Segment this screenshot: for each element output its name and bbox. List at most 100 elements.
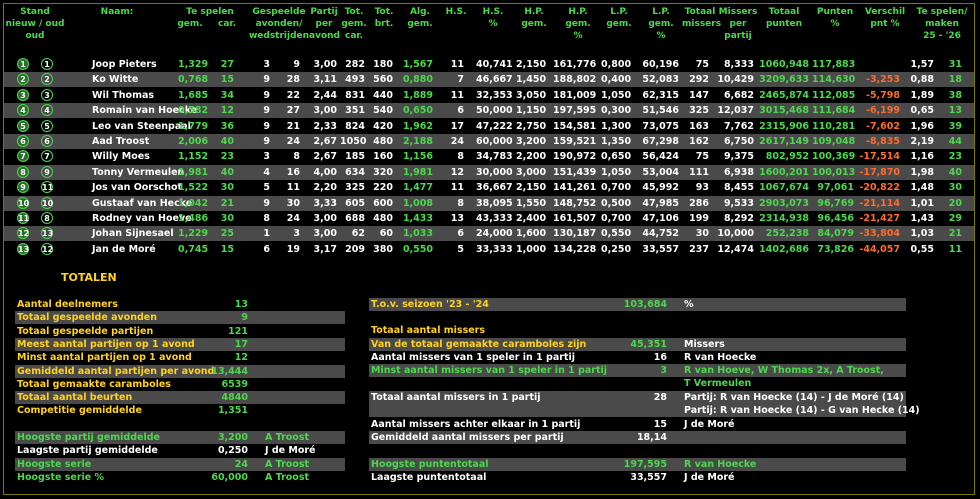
cell-ts2: 20 — [948, 197, 962, 209]
cell-ts1: 1,01 — [910, 197, 934, 209]
header-totaal-punten: Totaal punten — [765, 7, 803, 29]
cell-ts1: 0,65 — [910, 105, 934, 117]
cell-hpgem: 3,000 — [516, 166, 547, 178]
cell-naam: Johan Sijnesael — [92, 228, 174, 240]
cell-punten: 2617,149 — [759, 136, 809, 147]
cell-lpgem: 0,700 — [601, 213, 632, 224]
table-row: 13 12 Jan de Moré 0,745 15 6 19 3,17 209 380 0,550… — [4, 242, 974, 257]
cell-miss: 325 — [689, 105, 709, 117]
total-label: Van de totaal gemaakte caramboles zijn — [371, 338, 587, 350]
cell-ppa: 3,00 — [313, 105, 337, 117]
cell-gem: 0,582 — [178, 105, 209, 117]
cell-totcar: 209 — [345, 243, 365, 255]
punten-row: Hoogste puntentotaal 197,595 R van Hoecke — [369, 458, 906, 471]
cell-hpgem: 2,200 — [516, 151, 547, 163]
total-extra: Partij: R van Hoecke (14) - G van Hecke … — [684, 405, 920, 417]
total-extra: Partij: R van Hoecke (14) - J de Moré (1… — [684, 392, 904, 403]
cell-hpgem: 3,050 — [516, 89, 547, 101]
rank-new-badge: 5 — [17, 119, 29, 132]
cell-hppct: 134,228 — [553, 243, 597, 255]
cell-hpgem: 2,750 — [516, 120, 547, 132]
cell-wed: 16 — [286, 166, 300, 178]
cell-naam: Leo van Steenpaal — [92, 120, 191, 132]
total-label: Gemiddeld aantal missers per partij — [371, 431, 564, 443]
total-value: 3 — [660, 365, 667, 377]
cell-ts2: 13 — [948, 105, 962, 117]
cell-punten: 2465,874 — [759, 89, 809, 101]
cell-car: 23 — [220, 151, 234, 163]
cell-versch: -3,253 — [866, 74, 900, 86]
cell-wed: 22 — [286, 89, 300, 101]
table-row: 5 5 Leo van Steenpaal 1,779 36 9 21 2,33 824 420 1… — [4, 119, 974, 134]
total-extra: % — [684, 299, 694, 310]
cell-alg: 1,567 — [402, 59, 433, 70]
cell-hspct: 46,667 — [476, 74, 513, 86]
cell-ppa: 2,33 — [313, 120, 337, 132]
cell-wed: 19 — [286, 243, 300, 255]
record-row: Hoogste partij gemiddelde 3,200 A Troost — [15, 431, 345, 444]
table-row: 11 8 Rodney van Hoeve 1,486 30 8 24 3,00 688 480 1… — [4, 211, 974, 226]
cell-ts2: 11 — [948, 243, 962, 255]
cell-hspct: 40,741 — [476, 59, 513, 70]
cell-totcar: 688 — [345, 213, 365, 224]
cell-miss: 111 — [689, 166, 709, 178]
partij-row: Aantal missers achter elkaar in 1 partij… — [369, 418, 906, 431]
cell-hspct: 38,095 — [476, 197, 513, 209]
partij-row: Totaal aantal missers in 1 partij 28 Parti… — [369, 391, 906, 404]
total-extra: A Troost — [265, 471, 310, 483]
rank-old-badge: 2 — [41, 73, 53, 86]
table-row: 1 1 Joop Pieters 1,329 27 3 9 3,00 282 180 1,567 11… — [4, 57, 974, 72]
rank-new-badge: 2 — [17, 73, 29, 86]
cell-hs: 8 — [457, 151, 464, 163]
cell-hpgem: 1,150 — [516, 105, 547, 117]
cell-mpp: 9,533 — [723, 197, 754, 209]
cell-totcar: 185 — [345, 151, 365, 163]
cell-brt: 380 — [373, 243, 393, 255]
total-value: 28 — [653, 392, 667, 403]
cell-ts1: 1,57 — [910, 59, 934, 70]
cell-ts2: 38 — [948, 89, 962, 101]
cell-lppct: 53,004 — [642, 166, 679, 178]
cell-versch: -17,514 — [859, 151, 900, 163]
cell-hspct: 60,000 — [476, 136, 513, 147]
rank-new-badge: 13 — [17, 242, 30, 255]
cell-alg: 1,889 — [402, 89, 433, 101]
header-partij: Partij per avond — [309, 7, 340, 41]
cell-mpp: 6,938 — [723, 166, 754, 178]
total-value: 45,351 — [630, 338, 667, 350]
cell-miss: 75 — [695, 151, 709, 163]
total-row: Meest aantal partijen op 1 avond 17 — [15, 337, 345, 351]
total-value: 197,595 — [623, 459, 667, 470]
cell-lppct: 47,985 — [642, 197, 679, 209]
totalen-title: TOTALEN — [61, 271, 117, 284]
missers-row: T Vermeulen — [369, 377, 906, 390]
total-label: Hoogste serie — [17, 458, 92, 470]
cell-versch: -20,822 — [859, 182, 900, 194]
cell-car: 30 — [220, 182, 234, 194]
cell-miss: 163 — [689, 120, 709, 132]
cell-totcar: 824 — [345, 120, 365, 132]
cell-gem: 1,981 — [178, 166, 209, 178]
header-hs-pct: H.S. % — [482, 7, 504, 29]
cell-naam: Aad Troost — [92, 136, 150, 147]
cell-hpgem: 1,000 — [516, 243, 547, 255]
cell-miss: 237 — [689, 243, 709, 255]
header-missers-per-partij: Missers per partij — [718, 7, 758, 41]
total-value: 9 — [241, 312, 248, 324]
rank-new-badge: 1 — [17, 58, 29, 70]
cell-ts2: 44 — [948, 136, 962, 147]
cell-brt: 540 — [373, 105, 393, 117]
rank-old-badge: 9 — [41, 165, 53, 178]
cell-lppct: 51,546 — [642, 105, 679, 117]
cell-totcar: 325 — [345, 182, 365, 194]
rank-old-badge: 10 — [41, 196, 54, 209]
total-row: Totaal gemaakte caramboles 6539 — [15, 378, 345, 391]
total-label: Minst aantal partijen op 1 avond — [17, 352, 192, 364]
cell-hspct: 34,783 — [476, 151, 513, 163]
total-value: 121 — [228, 325, 248, 337]
missers-row: Aantal missers van 1 speler in 1 partij 1… — [369, 351, 906, 364]
rank-new-badge: 12 — [17, 227, 30, 240]
cell-brt: 320 — [373, 166, 393, 178]
total-extra: Missers — [684, 338, 725, 350]
total-value: 15 — [653, 418, 667, 430]
